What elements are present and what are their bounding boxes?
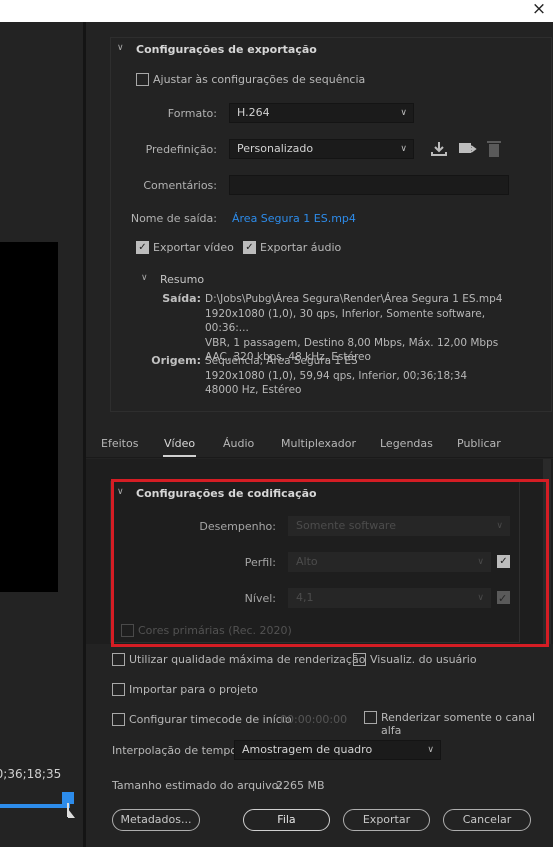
start-timecode-checkbox[interactable] bbox=[112, 713, 125, 726]
import-project-label[interactable]: Importar para o projeto bbox=[129, 683, 258, 696]
import-preset-icon[interactable] bbox=[457, 140, 477, 158]
tab-captions[interactable]: Legendas bbox=[380, 437, 433, 450]
export-video-label[interactable]: Exportar vídeo bbox=[153, 241, 234, 254]
tab-audio[interactable]: Áudio bbox=[223, 437, 254, 450]
start-timecode-value[interactable]: 00:00:00:00 bbox=[280, 713, 347, 726]
preview-scrub-bar[interactable] bbox=[0, 804, 70, 808]
tab-effects[interactable]: Efeitos bbox=[101, 437, 138, 450]
output-summary-line: D:\Jobs\Pubg\Área Segura\Render\Área Seg… bbox=[205, 293, 503, 305]
chevron-down-icon: ∨ bbox=[427, 745, 434, 755]
output-summary-line: VBR, 1 passagem, Destino 8,00 Mbps, Máx.… bbox=[205, 336, 499, 349]
time-interpolation-dropdown[interactable]: Amostragem de quadro ∨ bbox=[234, 740, 441, 760]
max-render-quality-label[interactable]: Utilizar qualidade máxima de renderizaçã… bbox=[129, 653, 365, 666]
export-button[interactable]: Exportar bbox=[343, 809, 430, 831]
comments-input[interactable] bbox=[229, 175, 509, 195]
save-preset-icon[interactable] bbox=[430, 140, 448, 158]
export-audio-label[interactable]: Exportar áudio bbox=[260, 241, 341, 254]
delete-preset-icon[interactable] bbox=[486, 139, 502, 158]
preview-timecode[interactable]: 00;36;18;35 bbox=[0, 767, 61, 781]
source-summary-line: 1920x1080 (1,0), 59,94 qps, Inferior, 00… bbox=[205, 369, 468, 382]
out-point-marker[interactable] bbox=[68, 809, 75, 818]
metadata-button[interactable]: Metadados... bbox=[112, 809, 200, 831]
preset-label: Predefinição: bbox=[145, 143, 217, 156]
format-dropdown[interactable]: H.264 ∨ bbox=[229, 103, 414, 123]
tab-publish[interactable]: Publicar bbox=[457, 437, 501, 450]
export-video-checkbox[interactable]: ✓ bbox=[136, 241, 149, 254]
chevron-down-icon: ∨ bbox=[400, 144, 407, 154]
comments-label: Comentários: bbox=[143, 179, 217, 192]
import-project-checkbox[interactable] bbox=[112, 683, 125, 696]
render-alpha-label[interactable]: Renderizar somente o canal alfa bbox=[381, 711, 553, 737]
active-tab-indicator bbox=[163, 455, 196, 457]
time-interpolation-label: Interpolação de tempo: bbox=[112, 744, 241, 757]
summary-title: Resumo bbox=[160, 273, 205, 286]
queue-button[interactable]: Fila bbox=[243, 809, 330, 831]
title-bar bbox=[0, 0, 553, 22]
match-sequence-label[interactable]: Ajustar às configurações de sequência bbox=[153, 73, 365, 86]
highlight-annotation bbox=[111, 479, 549, 647]
format-label: Formato: bbox=[167, 107, 217, 120]
render-alpha-checkbox[interactable] bbox=[364, 711, 377, 724]
user-preview-checkbox[interactable] bbox=[353, 653, 366, 666]
export-audio-checkbox[interactable]: ✓ bbox=[243, 241, 256, 254]
user-preview-label[interactable]: Visualiz. do usuário bbox=[370, 653, 477, 666]
source-summary-label: Origem: bbox=[151, 354, 201, 367]
chevron-down-icon: ∨ bbox=[400, 108, 407, 118]
source-summary-line: Sequência, Área Segura 1 ES bbox=[205, 355, 358, 367]
chevron-down-icon[interactable]: ∨ bbox=[141, 273, 148, 283]
preset-value: Personalizado bbox=[237, 142, 314, 155]
tab-video[interactable]: Vídeo bbox=[164, 437, 195, 450]
close-icon[interactable]: × bbox=[529, 0, 549, 20]
output-summary-label: Saída: bbox=[162, 292, 201, 305]
match-sequence-checkbox[interactable] bbox=[136, 73, 149, 86]
time-interpolation-value: Amostragem de quadro bbox=[242, 743, 373, 756]
output-name-link[interactable]: Área Segura 1 ES.mp4 bbox=[232, 212, 356, 225]
cancel-button[interactable]: Cancelar bbox=[443, 809, 531, 831]
preset-dropdown[interactable]: Personalizado ∨ bbox=[229, 139, 414, 159]
export-settings-title: Configurações de exportação bbox=[136, 43, 317, 56]
max-render-quality-checkbox[interactable] bbox=[112, 653, 125, 666]
output-name-label: Nome de saída: bbox=[130, 212, 217, 225]
source-summary: Sequência, Área Segura 1 ES 1920x1080 (1… bbox=[205, 354, 515, 398]
start-timecode-label[interactable]: Configurar timecode de início bbox=[129, 713, 292, 726]
estimated-size-label: Tamanho estimado do arquivo: bbox=[112, 779, 283, 792]
preview-video bbox=[0, 242, 58, 592]
output-summary-line: 1920x1080 (1,0), 30 qps, Inferior, Somen… bbox=[205, 307, 486, 335]
tab-multiplexer[interactable]: Multiplexador bbox=[281, 437, 356, 450]
source-summary-line: 48000 Hz, Estéreo bbox=[205, 384, 302, 396]
estimated-size-value: 2265 MB bbox=[276, 779, 325, 792]
format-value: H.264 bbox=[237, 106, 270, 119]
chevron-down-icon[interactable]: ∨ bbox=[117, 43, 124, 53]
